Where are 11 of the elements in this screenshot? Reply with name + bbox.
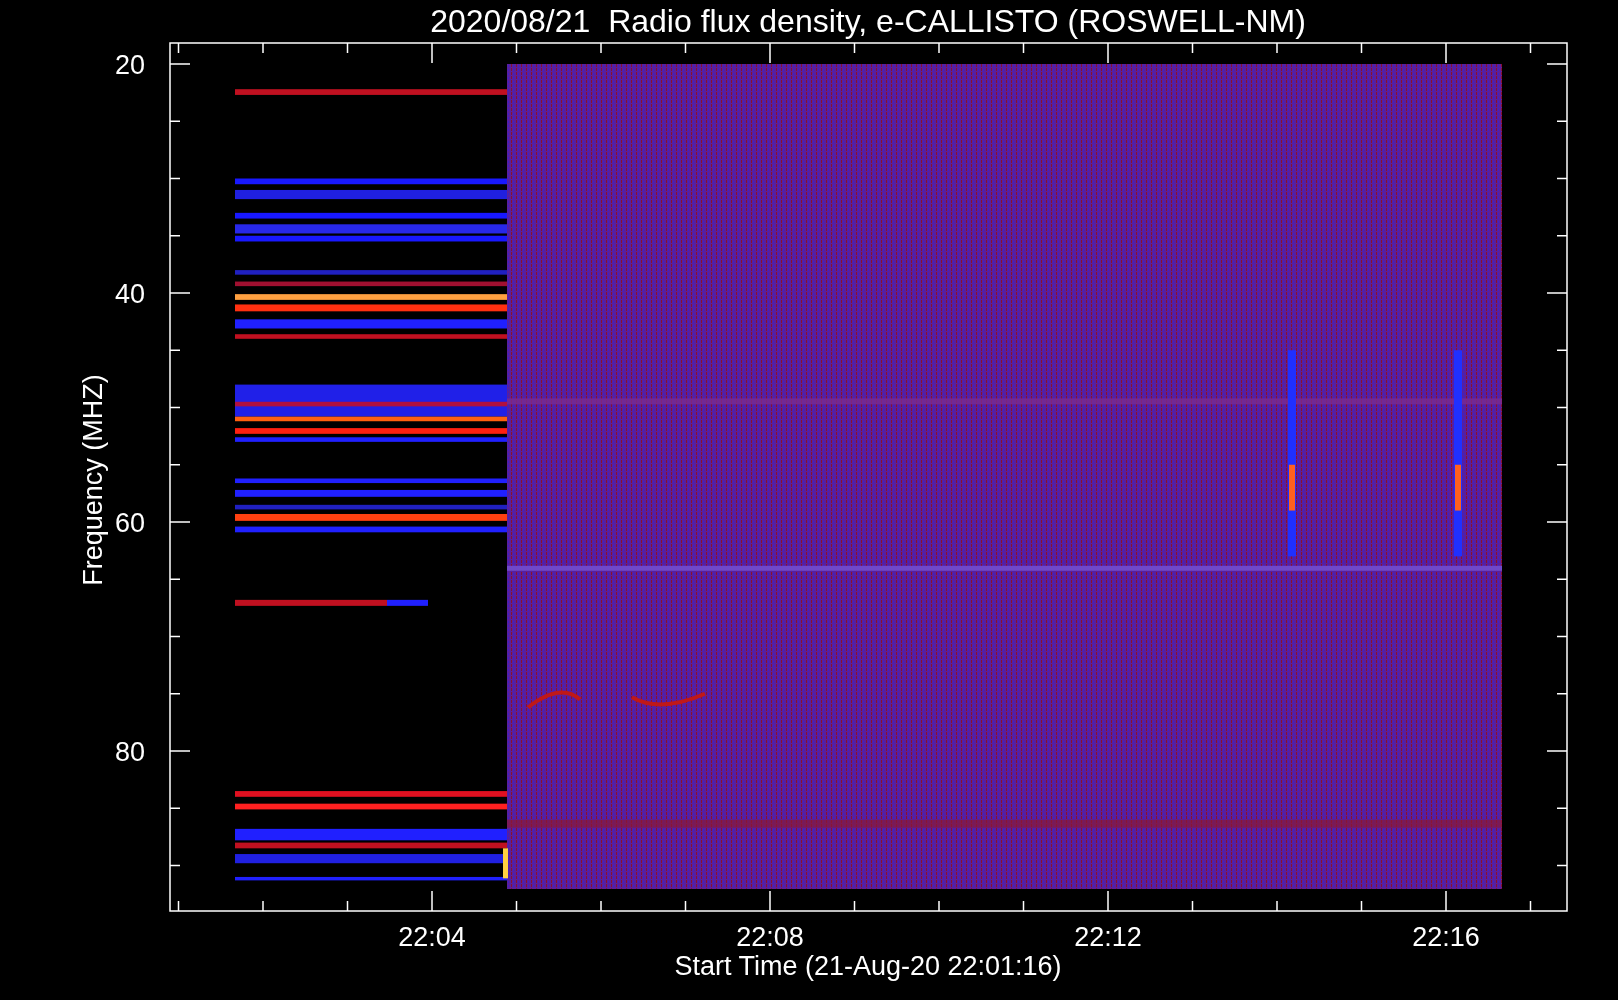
chart-title: 2020/08/21 Radio flux density, e-CALLISTO (ROSWELL-NM) <box>430 3 1306 39</box>
axis-tick-label: 80 <box>114 737 145 767</box>
axis-tick-label: 20 <box>114 50 145 80</box>
axis-tick-label: 60 <box>114 508 145 538</box>
y-axis-label: Frequency (MHZ) <box>78 374 108 586</box>
axis-tick-label: 22:04 <box>398 922 466 952</box>
axis-tick-label: 40 <box>114 279 145 309</box>
axis-tick-label: 22:08 <box>736 922 804 952</box>
x-axis-label: Start Time (21-Aug-20 22:01:16) <box>674 951 1062 981</box>
axis-tick-label: 22:12 <box>1074 922 1142 952</box>
axis-tick-label: 22:16 <box>1412 922 1480 952</box>
